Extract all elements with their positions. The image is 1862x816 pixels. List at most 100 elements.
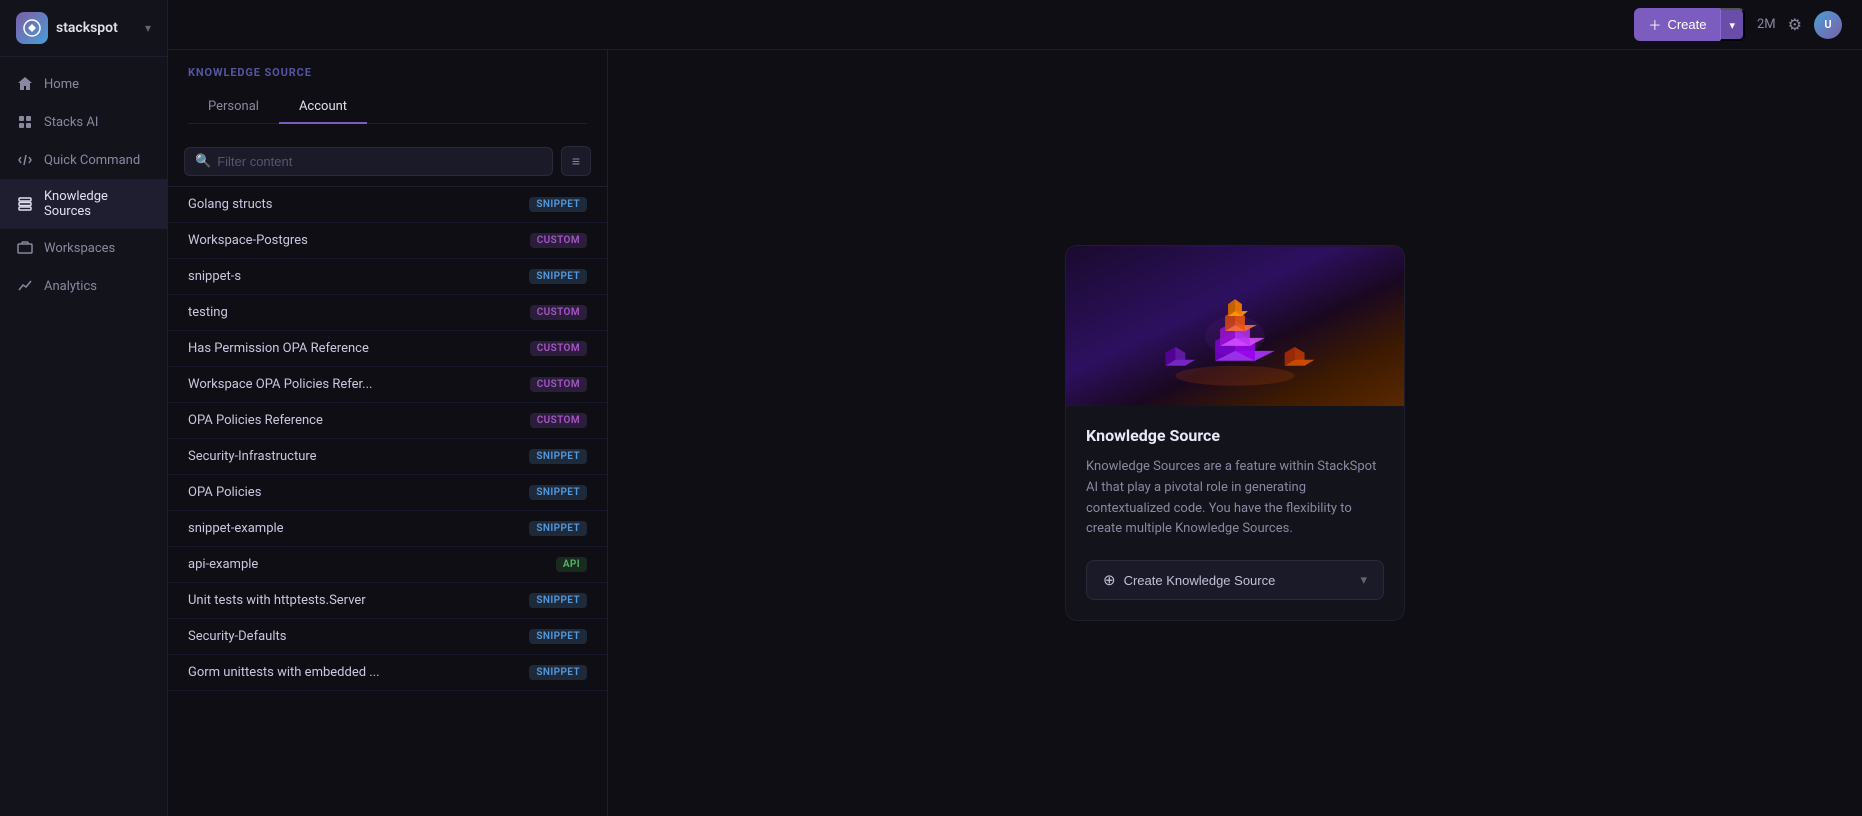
list-item-badge: CUSTOM (530, 305, 587, 320)
list-item-name: Unit tests with httptests.Server (188, 593, 366, 608)
list-item-name: api-example (188, 557, 258, 572)
create-button-group[interactable]: ＋ Create ▾ (1634, 8, 1745, 41)
create-button-dropdown[interactable]: ▾ (1720, 8, 1745, 41)
nav-items: Home Stacks AI Quick Command (0, 57, 167, 816)
analytics-icon (16, 277, 34, 295)
logo-icon (16, 12, 48, 44)
list-item[interactable]: OPA Policies SNIPPET (168, 475, 607, 511)
knowledge-card: Knowledge Source Knowledge Sources are a… (1065, 245, 1405, 621)
list-item-badge: SNIPPET (529, 449, 587, 464)
right-panel: Knowledge Source Knowledge Sources are a… (608, 50, 1862, 816)
list-item[interactable]: Security-Infrastructure SNIPPET (168, 439, 607, 475)
sidebar-item-home-label: Home (44, 77, 79, 92)
list-item-badge: SNIPPET (529, 665, 587, 680)
card-title: Knowledge Source (1086, 426, 1384, 445)
sidebar-item-knowledge-sources[interactable]: Knowledge Sources (0, 179, 167, 229)
plus-icon: ＋ (1648, 15, 1661, 34)
search-row: 🔍 ≡ (168, 136, 607, 187)
topbar: ＋ Create ▾ 2M ⚙ U (168, 0, 1862, 50)
list-item[interactable]: api-example API (168, 547, 607, 583)
plus-circle-icon: ⊕ (1103, 571, 1116, 589)
chevron-down-icon: ▾ (1360, 572, 1367, 588)
list-item[interactable]: snippet-example SNIPPET (168, 511, 607, 547)
list-item-badge: SNIPPET (529, 269, 587, 284)
search-input[interactable] (217, 154, 542, 169)
list-item[interactable]: testing CUSTOM (168, 295, 607, 331)
sidebar-item-knowledge-sources-label: Knowledge Sources (44, 189, 151, 219)
tab-personal[interactable]: Personal (188, 91, 279, 124)
left-panel: KNOWLEDGE SOURCE Personal Account 🔍 ≡ Go… (168, 50, 608, 816)
content-area: KNOWLEDGE SOURCE Personal Account 🔍 ≡ Go… (168, 50, 1862, 816)
list-item[interactable]: Workspace-Postgres CUSTOM (168, 223, 607, 259)
list-item-name: Security-Defaults (188, 629, 286, 644)
chevron-down-icon: ▾ (1729, 20, 1735, 32)
list-item-name: Workspace OPA Policies Refer... (188, 377, 372, 392)
list-item-name: OPA Policies Reference (188, 413, 323, 428)
main-area: ＋ Create ▾ 2M ⚙ U KNOWLEDGE SOURCE Perso… (168, 0, 1862, 816)
logo-chevron-icon: ▾ (145, 21, 151, 35)
panel-title: KNOWLEDGE SOURCE (188, 66, 587, 79)
sidebar: stackspot ▾ Home Stacks AI (0, 0, 168, 816)
list-item-name: Security-Infrastructure (188, 449, 317, 464)
list-item-badge: CUSTOM (530, 233, 587, 248)
list-item-badge: SNIPPET (529, 197, 587, 212)
list-item[interactable]: Golang structs SNIPPET (168, 187, 607, 223)
list-item[interactable]: Security-Defaults SNIPPET (168, 619, 607, 655)
user-avatar[interactable]: U (1814, 11, 1842, 39)
list-item-name: Gorm unittests with embedded ... (188, 665, 380, 680)
list-item[interactable]: Workspace OPA Policies Refer... CUSTOM (168, 367, 607, 403)
filter-icon: ≡ (572, 153, 580, 169)
card-description: Knowledge Sources are a feature within S… (1086, 457, 1384, 540)
tabs: Personal Account (188, 91, 587, 124)
list-item[interactable]: Has Permission OPA Reference CUSTOM (168, 331, 607, 367)
settings-icon[interactable]: ⚙ (1788, 15, 1802, 34)
sidebar-item-quick-command-label: Quick Command (44, 153, 140, 168)
list-item-badge: CUSTOM (530, 377, 587, 392)
list-item-badge: API (556, 557, 587, 572)
create-button[interactable]: ＋ Create (1634, 8, 1720, 41)
create-knowledge-source-button[interactable]: ⊕ Create Knowledge Source ▾ (1086, 560, 1384, 600)
sidebar-item-stacks-ai[interactable]: Stacks AI (0, 103, 167, 141)
sidebar-item-quick-command[interactable]: Quick Command (0, 141, 167, 179)
workspaces-icon (16, 239, 34, 257)
list-item-badge: SNIPPET (529, 593, 587, 608)
sidebar-item-analytics-label: Analytics (44, 279, 97, 294)
list-item[interactable]: Gorm unittests with embedded ... SNIPPET (168, 655, 607, 691)
user-count: 2M (1757, 17, 1776, 32)
tab-account[interactable]: Account (279, 91, 367, 124)
list-item-name: snippet-example (188, 521, 284, 536)
panel-header: KNOWLEDGE SOURCE Personal Account (168, 50, 607, 136)
filter-button[interactable]: ≡ (561, 146, 591, 176)
sidebar-item-analytics[interactable]: Analytics (0, 267, 167, 305)
list-item-badge: CUSTOM (530, 413, 587, 428)
home-icon (16, 75, 34, 93)
card-body: Knowledge Source Knowledge Sources are a… (1066, 406, 1404, 620)
list-item-badge: SNIPPET (529, 485, 587, 500)
list-item[interactable]: Unit tests with httptests.Server SNIPPET (168, 583, 607, 619)
card-image (1066, 246, 1404, 406)
list: Golang structs SNIPPET Workspace-Postgres C… (168, 187, 607, 816)
list-item-name: OPA Policies (188, 485, 261, 500)
list-item[interactable]: snippet-s SNIPPET (168, 259, 607, 295)
list-item-badge: SNIPPET (529, 629, 587, 644)
logo-area[interactable]: stackspot ▾ (0, 0, 167, 57)
search-input-wrap: 🔍 (184, 147, 553, 176)
search-icon: 🔍 (195, 154, 211, 169)
list-item-badge: CUSTOM (530, 341, 587, 356)
create-knowledge-source-label: Create Knowledge Source (1124, 573, 1276, 588)
sidebar-item-workspaces-label: Workspaces (44, 241, 115, 256)
list-item-badge: SNIPPET (529, 521, 587, 536)
list-item-name: snippet-s (188, 269, 241, 284)
list-item-name: Has Permission OPA Reference (188, 341, 369, 356)
knowledge-icon (16, 195, 34, 213)
command-icon (16, 151, 34, 169)
sidebar-item-home[interactable]: Home (0, 65, 167, 103)
stacks-icon (16, 113, 34, 131)
list-item-name: testing (188, 305, 228, 320)
create-button-label: Create (1667, 17, 1706, 32)
list-item-name: Workspace-Postgres (188, 233, 308, 248)
sidebar-item-stacks-ai-label: Stacks AI (44, 115, 98, 130)
list-item[interactable]: OPA Policies Reference CUSTOM (168, 403, 607, 439)
sidebar-item-workspaces[interactable]: Workspaces (0, 229, 167, 267)
list-item-name: Golang structs (188, 197, 273, 212)
